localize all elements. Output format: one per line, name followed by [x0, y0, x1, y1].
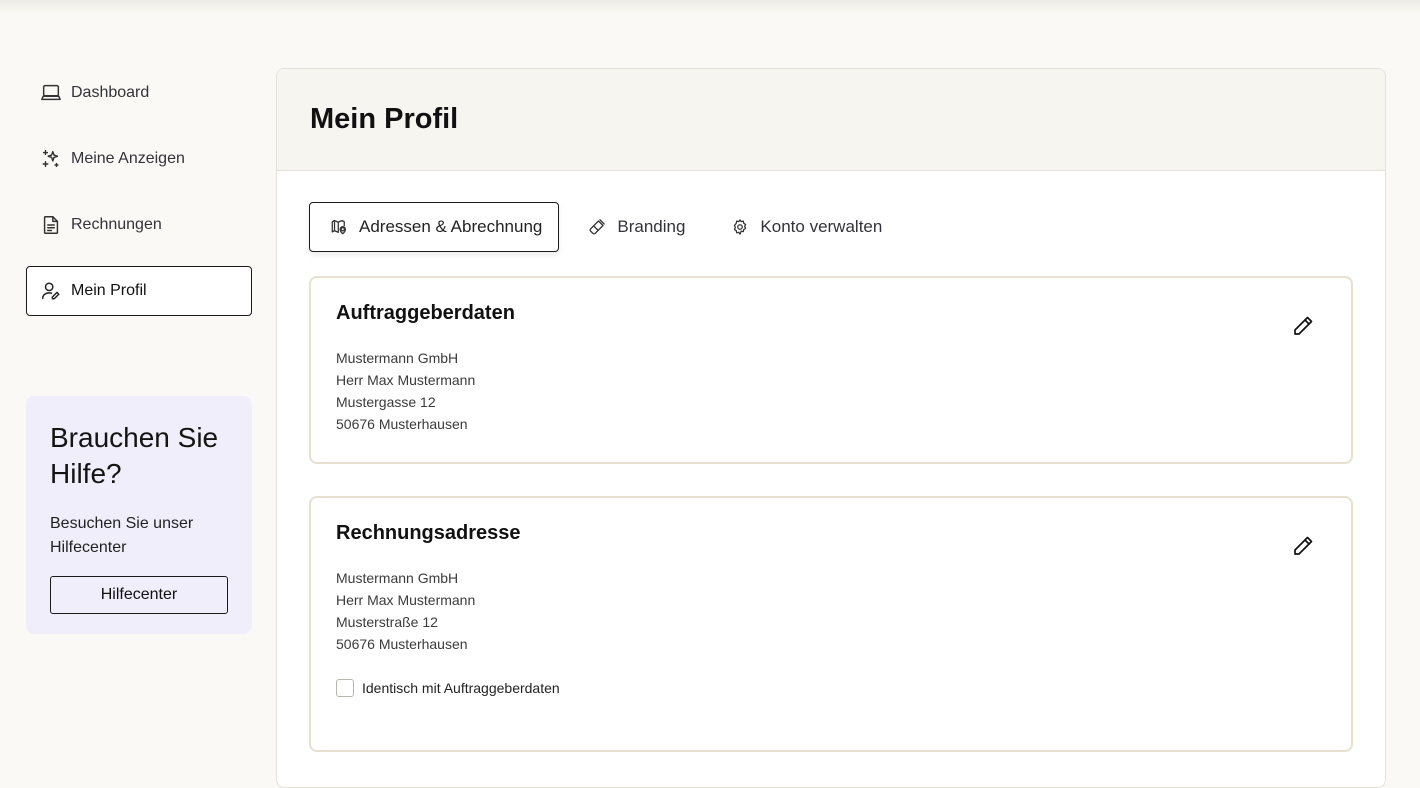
- brush-icon: [588, 218, 606, 236]
- address-line: Herr Max Mustermann: [336, 592, 476, 608]
- sparkles-icon: [40, 148, 62, 170]
- address-line: Musterstraße 12: [336, 614, 438, 630]
- document-icon: [40, 214, 62, 236]
- help-text: Besuchen Sie unser Hilfecenter: [50, 515, 194, 556]
- card-title: Rechnungsadresse: [336, 522, 521, 544]
- tab-konto-verwalten[interactable]: Konto verwalten: [710, 202, 899, 252]
- address-line: Mustergasse 12: [336, 394, 436, 410]
- tab-adressen-abrechnung[interactable]: Adressen & Abrechnung: [309, 202, 560, 252]
- sidebar-item-label: Dashboard: [71, 84, 150, 101]
- address-block: Mustermann GmbH Herr Max Mustermann Must…: [336, 347, 1326, 435]
- card-title: Auftraggeberdaten: [336, 302, 515, 324]
- address-line: Herr Max Mustermann: [336, 372, 476, 388]
- rechnungsadresse-card: Rechnungsadresse Mustermann GmbH Herr Ma…: [309, 496, 1353, 752]
- checkbox-label: Identisch mit Auftraggeberdaten: [362, 680, 560, 696]
- panel-header: Mein Profil: [277, 69, 1385, 171]
- laptop-icon: [40, 82, 62, 104]
- sidebar-item-label: Rechnungen: [71, 216, 162, 233]
- sidebar-item-rechnungen[interactable]: Rechnungen: [26, 200, 252, 250]
- sidebar-item-mein-profil[interactable]: Mein Profil: [26, 266, 252, 316]
- hilfecenter-button[interactable]: Hilfecenter: [50, 576, 228, 614]
- sidebar: Dashboard Meine Anzeigen Rechnungen Mein…: [26, 68, 252, 332]
- top-shade: [0, 0, 1420, 14]
- tab-label: Konto verwalten: [760, 217, 883, 236]
- tab-label: Branding: [617, 217, 686, 236]
- gear-icon: [731, 218, 749, 236]
- tab-bar: Adressen & Abrechnung Branding Konto ver…: [309, 202, 907, 252]
- auftraggeberdaten-card: Auftraggeberdaten Mustermann GmbH Herr M…: [309, 276, 1353, 464]
- identical-checkbox[interactable]: [336, 679, 354, 697]
- sidebar-item-label: Mein Profil: [71, 282, 147, 299]
- sidebar-item-meine-anzeigen[interactable]: Meine Anzeigen: [26, 134, 252, 184]
- tab-branding[interactable]: Branding: [567, 202, 702, 252]
- address-line: Mustermann GmbH: [336, 570, 459, 586]
- page-title: Mein Profil: [310, 103, 459, 135]
- sidebar-item-dashboard[interactable]: Dashboard: [26, 68, 252, 118]
- pencil-icon[interactable]: [1291, 534, 1315, 558]
- user-edit-icon: [40, 280, 62, 302]
- address-block: Mustermann GmbH Herr Max Mustermann Must…: [336, 567, 1326, 655]
- identical-checkbox-row[interactable]: Identisch mit Auftraggeberdaten: [336, 679, 1326, 697]
- address-line: 50676 Musterhausen: [336, 636, 468, 652]
- sidebar-item-label: Meine Anzeigen: [71, 150, 185, 167]
- map-pin-icon: [330, 218, 348, 236]
- help-title: Brauchen Sie Hilfe?: [50, 422, 219, 489]
- main-panel: Mein Profil Adressen & Abrechnung Brandi…: [276, 68, 1386, 788]
- address-line: Mustermann GmbH: [336, 350, 459, 366]
- address-line: 50676 Musterhausen: [336, 416, 468, 432]
- pencil-icon[interactable]: [1291, 314, 1315, 338]
- help-card: Brauchen Sie Hilfe? Besuchen Sie unser H…: [26, 396, 252, 634]
- tab-label: Adressen & Abrechnung: [359, 217, 543, 236]
